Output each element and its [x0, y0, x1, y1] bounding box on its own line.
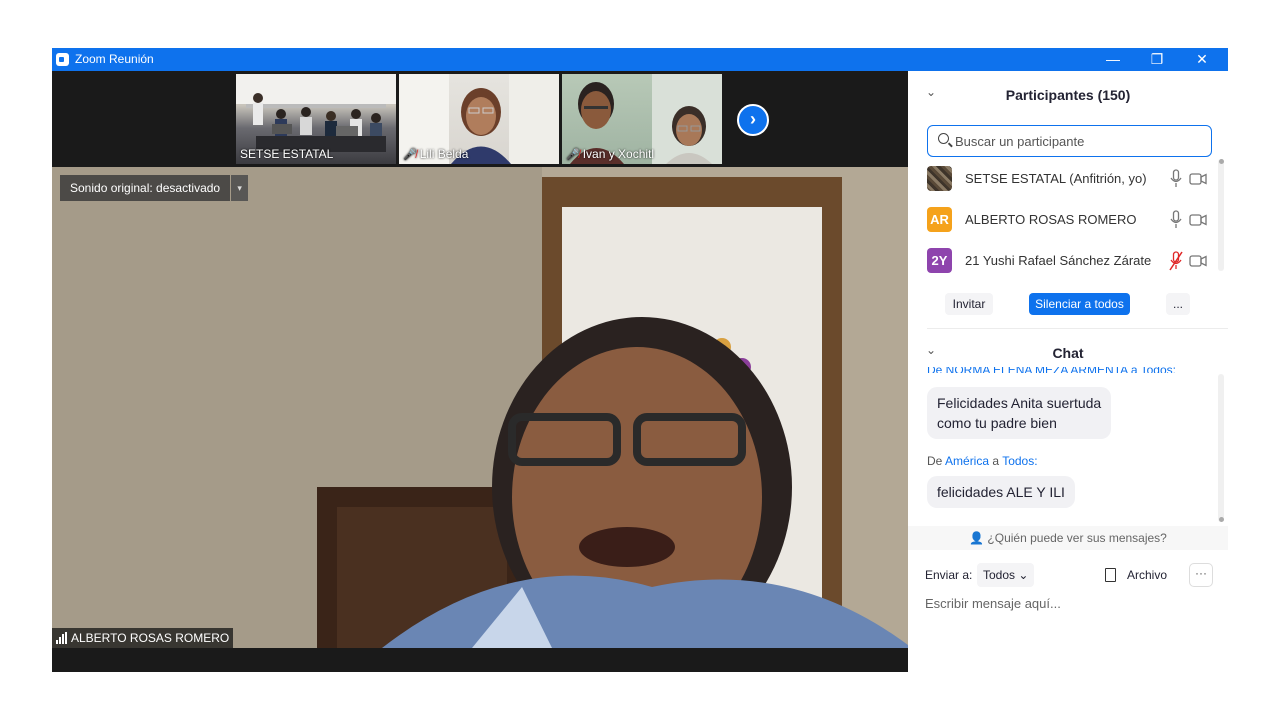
- speaker-name-tag: ALBERTO ROSAS ROMERO: [52, 628, 234, 648]
- chat-message: felicidades ALE Y ILI: [927, 476, 1075, 508]
- chat-cut-off-sender: De NORMA ELENA MEZA ARMENTA a Todos:: [927, 367, 1197, 373]
- video-tile-setse[interactable]: SETSE ESTATAL: [236, 74, 396, 164]
- active-speaker-video[interactable]: Sonido original: desactivado ▾ ALBERTO R…: [52, 167, 908, 648]
- original-sound-dropdown-icon[interactable]: ▾: [231, 175, 249, 201]
- send-to-label: Enviar a:: [925, 568, 973, 582]
- mic-icon[interactable]: [1169, 169, 1183, 189]
- search-icon: [938, 133, 949, 144]
- avatar: AR: [927, 207, 952, 232]
- chat-more-button[interactable]: ···: [1189, 563, 1213, 587]
- send-to-row: Enviar a: Todos ⌄ Archivo ···: [925, 563, 1215, 587]
- title-bar: Zoom Reunión — ❐ ✕: [52, 48, 1228, 71]
- participant-name: ALBERTO ROSAS ROMERO: [965, 212, 1137, 227]
- participant-row[interactable]: 2Y 21 Yushi Rafael Sánchez Zárate: [927, 247, 1217, 275]
- chat-sender-line: De América a Todos:: [927, 454, 1038, 468]
- file-icon[interactable]: [1105, 568, 1116, 582]
- mic-muted-icon: 🎤̸: [403, 149, 417, 161]
- person-info-icon: 👤: [969, 531, 985, 545]
- video-area: SETSE ESTATAL 🎤̸ Lili Belda 🎤̸ Ivan y Xo…: [52, 71, 908, 672]
- signal-strength-icon: [56, 632, 67, 644]
- participant-name: SETSE ESTATAL (Anfitrión, yo): [965, 171, 1147, 186]
- gallery-next-button[interactable]: ›: [737, 104, 769, 136]
- chat-message-input[interactable]: [925, 591, 1215, 615]
- divider: [927, 328, 1228, 329]
- participants-title: Participantes (150): [1005, 87, 1131, 103]
- tile-name: SETSE ESTATAL: [240, 147, 334, 161]
- minimize-button[interactable]: —: [1090, 48, 1136, 71]
- camera-icon[interactable]: [1189, 214, 1207, 226]
- participants-scroll-thumb[interactable]: [1219, 159, 1224, 164]
- avatar: [927, 166, 952, 191]
- original-sound-button[interactable]: Sonido original: desactivado: [60, 175, 231, 201]
- video-tile-lili-belda[interactable]: 🎤̸ Lili Belda: [399, 74, 559, 164]
- zoom-window: Zoom Reunión — ❐ ✕ SETSE ESTATAL 🎤̸ Lili…: [52, 48, 1228, 672]
- participant-row[interactable]: SETSE ESTATAL (Anfitrión, yo): [927, 165, 1217, 193]
- chat-scroll-thumb[interactable]: [1219, 517, 1224, 522]
- chat-message: Felicidades Anita suertuda como tu padre…: [927, 387, 1112, 439]
- chevron-down-icon: ⌄: [1018, 568, 1029, 582]
- original-sound-control: Sonido original: desactivado ▾: [60, 175, 249, 201]
- camera-icon[interactable]: [1189, 255, 1207, 267]
- mic-muted-icon[interactable]: [1169, 251, 1183, 271]
- recipient-link[interactable]: Todos:: [1002, 454, 1037, 468]
- send-to-dropdown[interactable]: Todos ⌄: [977, 563, 1035, 587]
- speaker-video-image: [52, 167, 908, 648]
- sender-link[interactable]: América: [945, 454, 989, 468]
- who-can-see-bar[interactable]: 👤 ¿Quién puede ver sus mensajes?: [908, 526, 1228, 550]
- participants-header: ⌄ Participantes (150): [908, 73, 1228, 113]
- invite-button[interactable]: Invitar: [945, 293, 993, 315]
- participant-name: 21 Yushi Rafael Sánchez Zárate: [965, 253, 1152, 268]
- participant-row[interactable]: AR ALBERTO ROSAS ROMERO: [927, 206, 1217, 234]
- chat-header: ⌄ Chat: [908, 331, 1228, 371]
- window-title: Zoom Reunión: [75, 52, 154, 66]
- side-panel: ⌄ Participantes (150) SETSE ESTATAL (Anf…: [908, 71, 1228, 672]
- camera-icon[interactable]: [1189, 173, 1207, 185]
- participants-scrollbar[interactable]: [1218, 159, 1224, 271]
- file-button[interactable]: Archivo: [1127, 568, 1167, 582]
- avatar: 2Y: [927, 248, 952, 273]
- mic-muted-icon: 🎤̸: [566, 149, 580, 161]
- participant-search: [927, 125, 1212, 157]
- chat-scrollbar[interactable]: [1218, 374, 1224, 522]
- mic-icon[interactable]: [1169, 210, 1183, 230]
- close-button[interactable]: ✕: [1179, 48, 1225, 71]
- mute-all-button[interactable]: Silenciar a todos: [1029, 293, 1130, 315]
- participant-search-input[interactable]: [955, 132, 1205, 150]
- tile-name: 🎤̸ Lili Belda: [403, 147, 469, 161]
- video-tile-ivan-xochitl[interactable]: 🎤̸ Ivan y Xochitl: [562, 74, 722, 164]
- tile-name: 🎤̸ Ivan y Xochitl: [566, 147, 655, 161]
- participants-more-button[interactable]: ...: [1166, 293, 1190, 315]
- restore-button[interactable]: ❐: [1134, 48, 1180, 71]
- chat-title: Chat: [1052, 345, 1084, 361]
- zoom-logo-icon: [56, 53, 69, 66]
